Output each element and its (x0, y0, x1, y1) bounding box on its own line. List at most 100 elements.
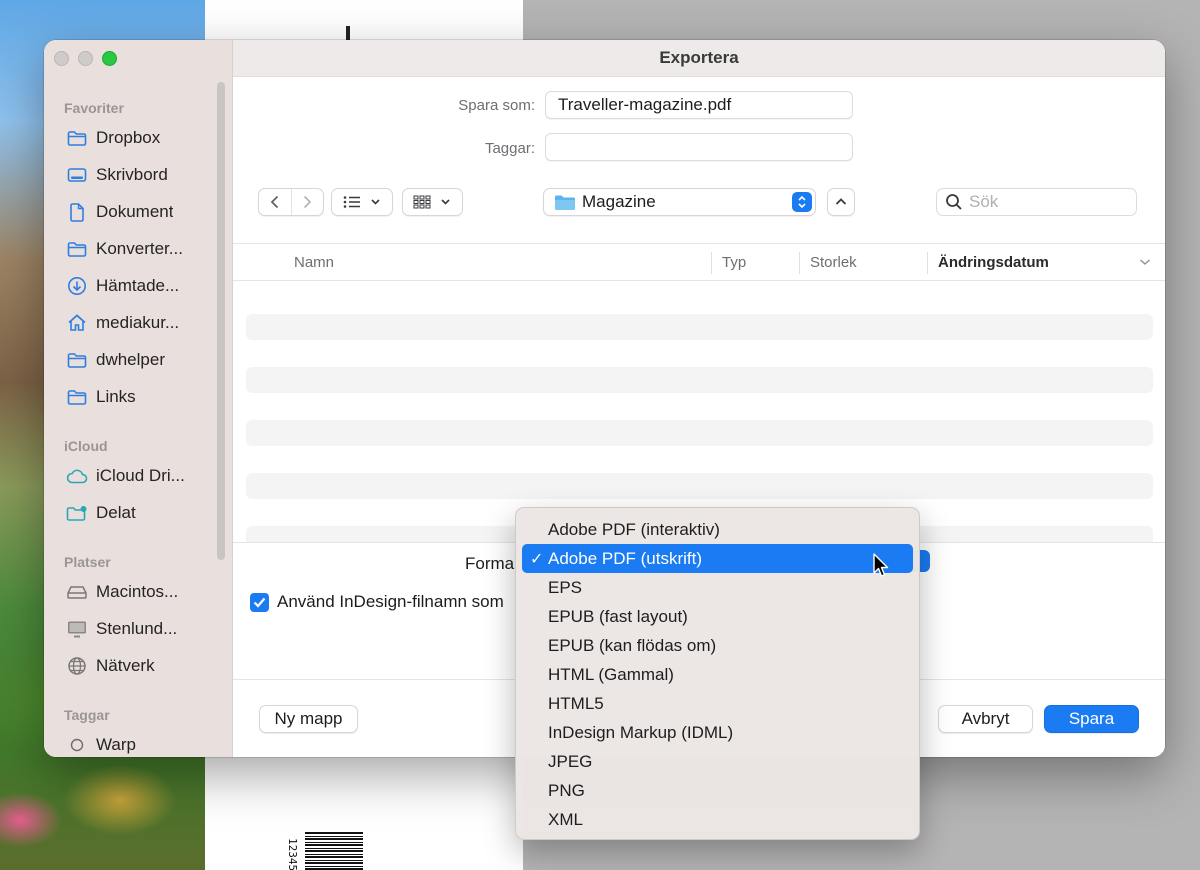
monitor-icon (66, 619, 88, 639)
format-option-html-legacy[interactable]: HTML (Gammal) (522, 660, 913, 689)
tags-label: Taggar: (484, 140, 535, 157)
sort-chevron-icon[interactable] (1139, 244, 1151, 280)
format-label: Forma (465, 554, 515, 573)
chevron-right-icon (304, 195, 312, 209)
sidebar-item-natverk[interactable]: Nätverk (66, 654, 214, 678)
sidebar-item-label: Hämtade... (96, 276, 180, 295)
barcode (305, 832, 363, 870)
column-divider[interactable] (799, 252, 800, 274)
sidebar-section-taggar: Taggar (64, 707, 110, 723)
sidebar-item-label: Macintos... (96, 582, 179, 601)
column-header-name[interactable]: Namn (294, 244, 334, 280)
column-divider[interactable] (927, 252, 928, 274)
sidebar-item-label: Links (96, 387, 136, 406)
folder-icon (66, 239, 88, 259)
indesign-filename-checkbox[interactable] (250, 592, 269, 612)
desktop-icon (66, 165, 88, 185)
sidebar-item-macintosh[interactable]: Macintos... (66, 580, 214, 604)
sidebar-item-label: Konverter... (96, 239, 183, 258)
cancel-button[interactable]: Avbryt (938, 705, 1033, 733)
cloud-icon (66, 466, 88, 486)
expand-collapse-button[interactable] (827, 188, 855, 216)
list-item[interactable] (246, 420, 1153, 446)
sidebar-item-label: Dropbox (96, 128, 161, 147)
back-forward-control (258, 188, 324, 216)
window-controls (54, 51, 117, 66)
checkmark-icon (253, 597, 266, 608)
sidebar-item-label: Nätverk (96, 656, 155, 675)
save-button[interactable]: Spara (1044, 705, 1139, 733)
list-item[interactable] (246, 314, 1153, 340)
grid-view-button[interactable] (402, 188, 463, 216)
sidebar-item-dropbox[interactable]: Dropbox (66, 126, 214, 150)
save-as-field[interactable]: Traveller-magazine.pdf (545, 91, 853, 119)
search-input[interactable] (969, 192, 1129, 212)
barcode-digits: 12345 (286, 838, 299, 870)
window-title: Exportera (233, 40, 1165, 77)
folder-icon (66, 350, 88, 370)
format-option-adobe-pdf-interactive[interactable]: Adobe PDF (interaktiv) (522, 515, 913, 544)
sidebar-item-mediakur[interactable]: mediakur... (66, 311, 214, 335)
chevron-up-icon (835, 198, 847, 205)
tag-circle-icon (66, 735, 88, 755)
document-icon (66, 202, 88, 222)
folder-icon (66, 128, 88, 148)
format-option-eps[interactable]: EPS (522, 573, 913, 602)
format-option-html5[interactable]: HTML5 (522, 689, 913, 718)
list-item[interactable] (246, 367, 1153, 393)
location-popup[interactable]: Magazine (543, 188, 816, 216)
location-label: Magazine (582, 192, 656, 211)
sidebar-item-links[interactable]: Links (66, 385, 214, 409)
column-header-modified[interactable]: Ändringsdatum (938, 244, 1049, 280)
list-item[interactable] (246, 473, 1153, 499)
tags-field[interactable] (545, 133, 853, 161)
sidebar-item-label: iCloud Dri... (96, 466, 185, 485)
sidebar-item-skrivbord[interactable]: Skrivbord (66, 163, 214, 187)
sidebar-item-icloud-drive[interactable]: iCloud Dri... (66, 464, 214, 488)
sidebar-item-dokument[interactable]: Dokument (66, 200, 214, 224)
folder-icon (555, 195, 575, 210)
save-as-label: Spara som: (458, 97, 535, 114)
forward-button[interactable] (290, 189, 323, 215)
sidebar-scrollbar[interactable] (217, 82, 225, 560)
indesign-filename-label: Använd InDesign-filnamn som (277, 592, 504, 611)
close-button[interactable] (54, 51, 69, 66)
list-view-button[interactable] (331, 188, 393, 216)
checkmark-icon: ✓ (530, 551, 544, 568)
format-menu: Adobe PDF (interaktiv) ✓ Adobe PDF (utskr… (515, 507, 920, 840)
sidebar-item-stenlund[interactable]: Stenlund... (66, 617, 214, 641)
back-button[interactable] (259, 189, 291, 215)
mouse-pointer-icon (873, 553, 889, 577)
grid-view-icon (413, 195, 450, 209)
sidebar-item-warp[interactable]: Warp (66, 733, 214, 757)
format-option-png[interactable]: PNG (522, 776, 913, 805)
up-down-chevron-icon (798, 195, 806, 209)
search-field[interactable] (936, 188, 1137, 216)
format-option-epub-fixed[interactable]: EPUB (fast layout) (522, 602, 913, 631)
hard-drive-icon (66, 582, 88, 602)
sidebar-item-konverter[interactable]: Konverter... (66, 237, 214, 261)
sidebar-item-label: Skrivbord (96, 165, 168, 184)
download-icon (66, 276, 88, 296)
column-header-size[interactable]: Storlek (810, 244, 857, 280)
sidebar-item-label: dwhelper (96, 350, 165, 369)
format-option-epub-reflowable[interactable]: EPUB (kan flödas om) (522, 631, 913, 660)
new-folder-button[interactable]: Ny mapp (259, 705, 358, 733)
list-view-icon (343, 196, 380, 208)
sidebar-item-label: mediakur... (96, 313, 180, 332)
sidebar-item-delat[interactable]: Delat (66, 501, 214, 525)
zoom-button[interactable] (102, 51, 117, 66)
format-option-adobe-pdf-print[interactable]: ✓ Adobe PDF (utskrift) (522, 544, 913, 573)
sidebar-section-favoriter: Favoriter (64, 100, 124, 116)
format-option-xml[interactable]: XML (522, 805, 913, 834)
sidebar-item-hamtade[interactable]: Hämtade... (66, 274, 214, 298)
chevron-left-icon (270, 195, 279, 209)
column-divider[interactable] (711, 252, 712, 274)
format-option-idml[interactable]: InDesign Markup (IDML) (522, 718, 913, 747)
format-option-jpeg[interactable]: JPEG (522, 747, 913, 776)
location-stepper[interactable] (792, 192, 812, 212)
column-header-type[interactable]: Typ (722, 244, 746, 280)
indesign-filename-option[interactable]: Använd InDesign-filnamn som (250, 592, 504, 612)
sidebar-item-dwhelper[interactable]: dwhelper (66, 348, 214, 372)
minimize-button[interactable] (78, 51, 93, 66)
